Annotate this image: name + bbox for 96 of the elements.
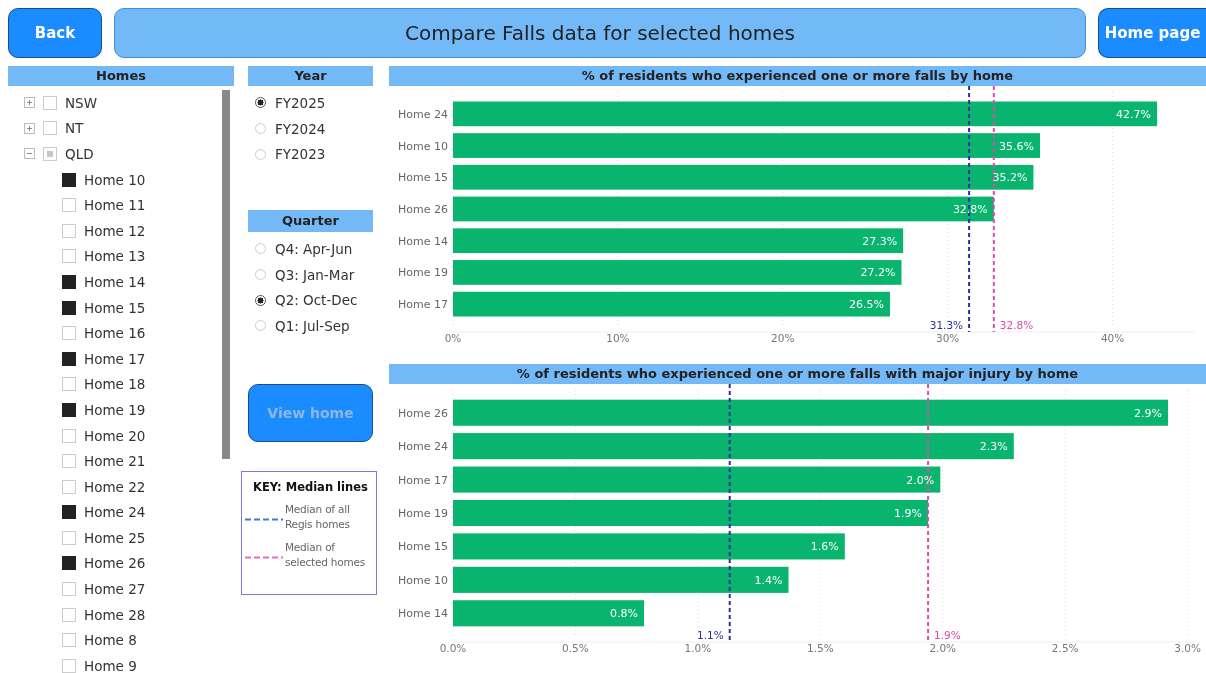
tree-item-label[interactable]: Home 15 xyxy=(84,299,146,316)
data-label: 2.3% xyxy=(979,440,1008,454)
category-label: Home 10 xyxy=(398,139,448,153)
data-label: 35.6% xyxy=(999,139,1034,153)
data-label: 1.4% xyxy=(754,573,783,587)
axis-tick-label: 1.5% xyxy=(807,642,834,654)
data-label: 0.8% xyxy=(610,607,638,621)
axis-tick-label: 1.0% xyxy=(684,642,712,654)
category-label: Home 14 xyxy=(398,234,448,248)
radio-label[interactable]: FY2023 xyxy=(275,146,326,163)
tree-item-label[interactable]: Home 18 xyxy=(84,376,146,393)
tree-item-label[interactable]: Home 19 xyxy=(84,401,146,418)
key-title: KEY: Median lines xyxy=(252,479,369,494)
page-title: Compare Falls data for selected homes xyxy=(114,8,1086,58)
tree-item-label[interactable]: Home 21 xyxy=(84,453,146,470)
expand-icon[interactable] xyxy=(24,122,35,134)
tree-item-label[interactable]: Home 10 xyxy=(84,171,146,188)
tree-item-label[interactable]: Home 16 xyxy=(84,325,146,342)
checkbox[interactable] xyxy=(62,556,76,571)
key-label: Median of selected homes xyxy=(285,539,367,570)
checkbox[interactable] xyxy=(62,505,76,520)
category-label: Home 17 xyxy=(398,298,448,312)
radio-label[interactable]: Q3: Jan-Mar xyxy=(275,266,355,283)
checkbox[interactable] xyxy=(62,300,76,315)
category-label: Home 24 xyxy=(398,107,448,121)
radio-label[interactable]: FY2024 xyxy=(275,120,326,137)
tree-item-label[interactable]: Home 12 xyxy=(84,222,146,239)
tree-item-label[interactable]: Home 20 xyxy=(84,427,146,444)
axis-tick-label: 2.0% xyxy=(929,642,957,654)
tree-item-label[interactable]: Home 22 xyxy=(84,478,146,495)
axis-tick-label: 20% xyxy=(771,332,795,344)
quarter-header: Quarter xyxy=(248,210,373,233)
tree-item-label[interactable]: Home 17 xyxy=(84,350,146,367)
tree-item-label[interactable]: Home 27 xyxy=(84,581,146,598)
axis-tick-label: 40% xyxy=(1100,332,1125,344)
data-label: 42.7% xyxy=(1116,107,1152,121)
category-label: Home 14 xyxy=(398,607,448,621)
radio-label[interactable]: Q2: Oct-Dec xyxy=(275,292,358,309)
data-label: 2.9% xyxy=(1134,406,1163,420)
data-label: 1.9% xyxy=(894,507,923,520)
tree-item-label[interactable]: Home 11 xyxy=(84,197,146,214)
checkbox[interactable] xyxy=(62,172,76,187)
data-label: 32.8% xyxy=(952,203,988,216)
key-label: Median of all Regis homes xyxy=(285,501,351,532)
radio-button[interactable] xyxy=(255,97,266,109)
data-label: 27.3% xyxy=(862,234,898,248)
scrollbar[interactable] xyxy=(222,90,230,459)
category-label: Home 26 xyxy=(398,203,448,216)
median-label: 31.3% xyxy=(929,319,964,331)
axis-tick-label: 2.5% xyxy=(1051,642,1079,654)
checkbox[interactable] xyxy=(62,274,76,289)
tree-item-label[interactable]: Home 9 xyxy=(84,657,137,673)
category-label: Home 10 xyxy=(398,573,448,587)
data-label: 27.2% xyxy=(860,266,896,280)
category-label: Home 26 xyxy=(398,406,448,420)
category-label: Home 19 xyxy=(398,266,448,280)
median-label: 1.9% xyxy=(934,629,961,641)
chart-title: % of residents who experienced one or more falls by home xyxy=(389,66,1206,86)
radio-label[interactable]: Q4: Apr-Jun xyxy=(275,240,353,257)
tree-item-label[interactable]: Home 26 xyxy=(84,555,146,572)
checkbox[interactable] xyxy=(62,351,76,366)
axis-tick-label: 0% xyxy=(444,332,462,344)
collapse-icon[interactable] xyxy=(24,148,35,160)
expand-icon[interactable] xyxy=(24,97,35,109)
tree-item-label[interactable]: NSW xyxy=(65,94,98,111)
data-label: 2.0% xyxy=(906,473,935,487)
data-label: 1.6% xyxy=(810,540,839,554)
median-label: 1.1% xyxy=(697,629,724,641)
category-label: Home 19 xyxy=(398,507,448,520)
tree-item-label[interactable]: Home 24 xyxy=(84,504,146,521)
axis-tick-label: 10% xyxy=(606,332,630,344)
radio-label[interactable]: Q1: Jul-Sep xyxy=(275,317,350,334)
category-label: Home 17 xyxy=(398,473,448,487)
axis-tick-label: 30% xyxy=(936,332,960,344)
median-label: 32.8% xyxy=(999,319,1034,331)
axis-tick-label: 0.0% xyxy=(439,642,467,654)
tree-item-label[interactable]: Home 25 xyxy=(84,529,146,546)
category-label: Home 24 xyxy=(398,440,448,454)
year-header: Year xyxy=(248,66,373,86)
tree-item-label[interactable]: NT xyxy=(65,120,84,137)
radio-button[interactable] xyxy=(255,294,266,306)
tree-item-label[interactable]: Home 13 xyxy=(84,248,146,265)
axis-tick-label: 0.5% xyxy=(562,642,589,654)
tree-item-label[interactable]: Home 8 xyxy=(84,632,137,649)
radio-label[interactable]: FY2025 xyxy=(275,94,326,111)
tree-item-label[interactable]: Home 14 xyxy=(84,273,146,290)
category-label: Home 15 xyxy=(398,171,448,185)
data-label: 35.2% xyxy=(992,171,1028,185)
chart-title: % of residents who experienced one or more falls with major injury by home xyxy=(389,364,1206,384)
checkbox[interactable] xyxy=(62,402,76,417)
tree-item-label[interactable]: Home 28 xyxy=(84,606,146,623)
axis-tick-label: 3.0% xyxy=(1174,642,1201,654)
homes-header: Homes xyxy=(8,66,234,86)
category-label: Home 15 xyxy=(398,540,448,554)
tree-item-label[interactable]: QLD xyxy=(65,146,94,162)
data-label: 26.5% xyxy=(849,298,884,312)
